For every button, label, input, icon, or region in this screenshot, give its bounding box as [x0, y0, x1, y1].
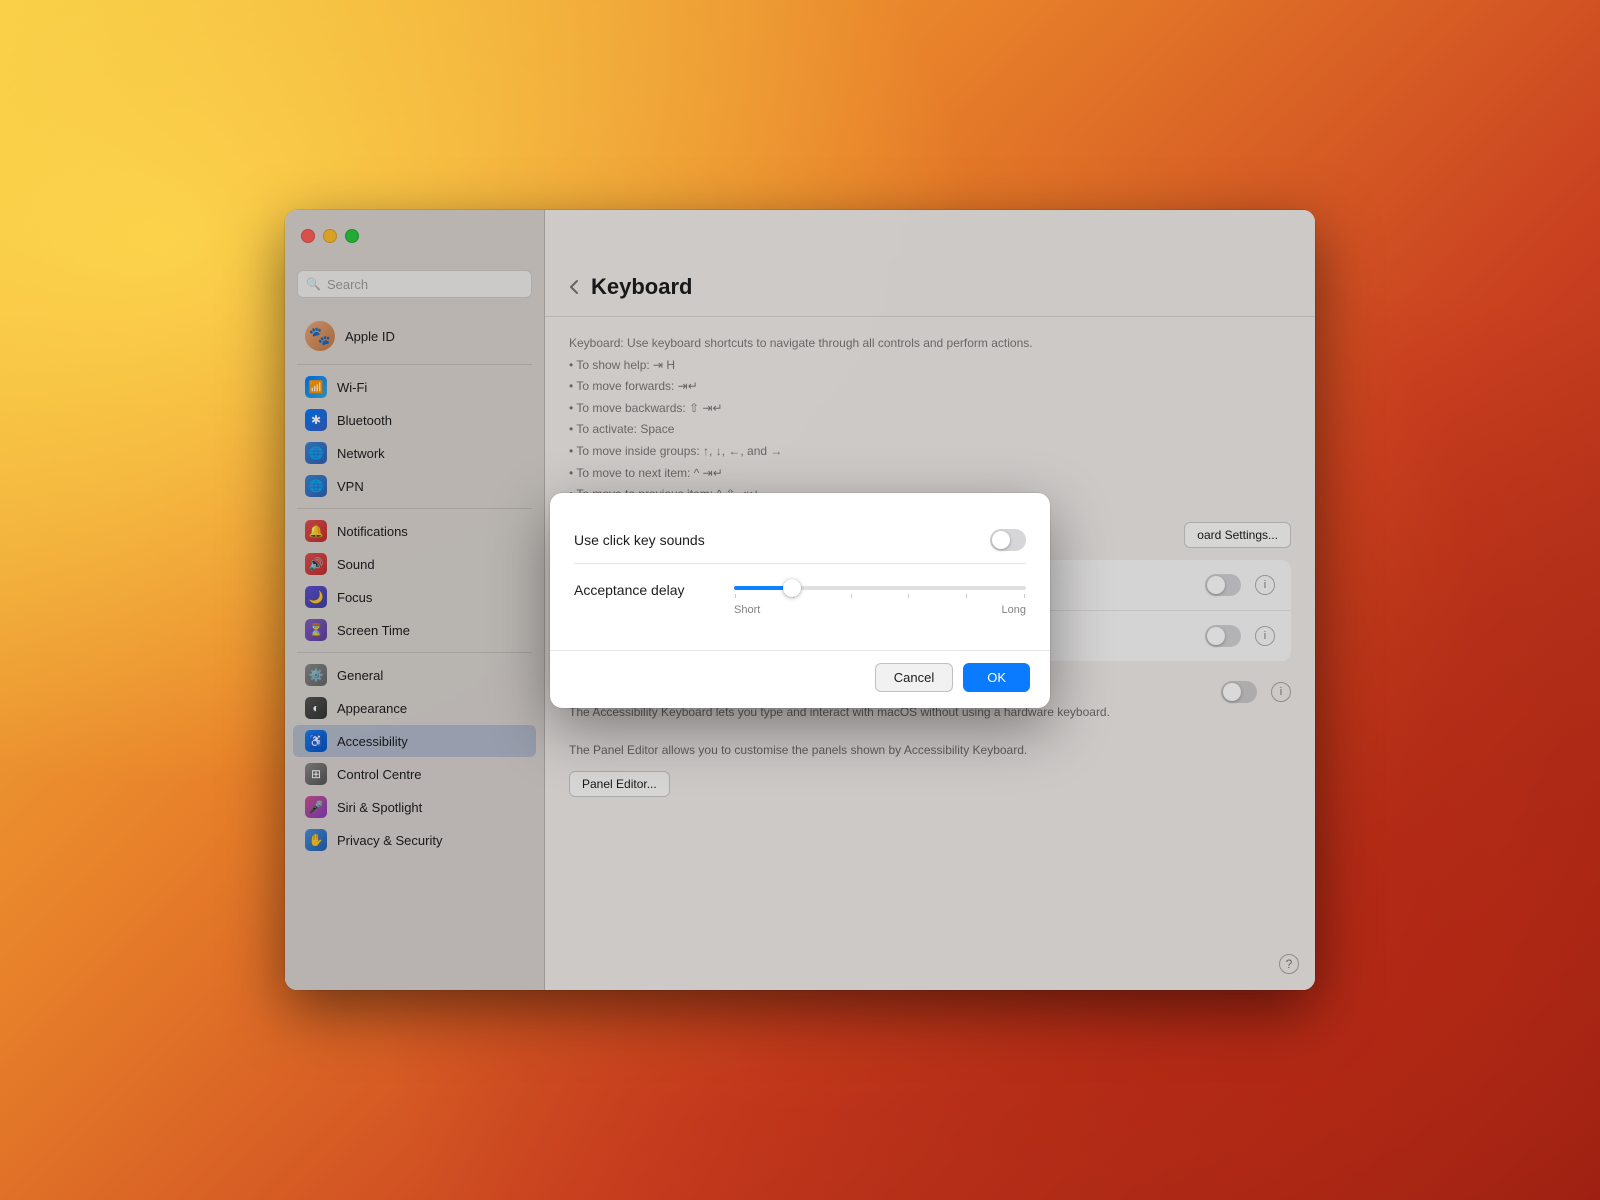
tick-6	[1024, 594, 1025, 598]
slider-thumb[interactable]	[783, 579, 801, 597]
slider-labels: Short Long	[734, 604, 1026, 616]
modal-row-delay: Acceptance delay	[574, 564, 1026, 630]
slider-long-label: Long	[1002, 604, 1026, 616]
modal-delay-label: Acceptance delay	[574, 578, 734, 598]
slider-ticks	[734, 594, 1026, 598]
modal-sounds-label: Use click key sounds	[574, 532, 705, 548]
slider-track	[734, 586, 1026, 590]
modal-body: Use click key sounds Acceptance delay	[550, 493, 1050, 650]
tick-5	[966, 594, 967, 598]
tick-1	[735, 594, 736, 598]
tick-4	[908, 594, 909, 598]
system-preferences-window: 🔍 Search 🐾 Apple ID 📶 Wi-Fi	[285, 210, 1315, 990]
slider-short-label: Short	[734, 604, 760, 616]
modal-dialog: Use click key sounds Acceptance delay	[550, 493, 1050, 708]
ok-button[interactable]: OK	[963, 663, 1030, 692]
modal-sounds-toggle[interactable]	[990, 529, 1026, 551]
slider-wrapper: Short Long	[734, 578, 1026, 616]
cancel-button[interactable]: Cancel	[875, 663, 953, 692]
modal-footer: Cancel OK	[550, 650, 1050, 708]
modal-sounds-toggle-knob	[992, 531, 1010, 549]
modal-row-sounds: Use click key sounds	[574, 517, 1026, 564]
modal-overlay: Use click key sounds Acceptance delay	[285, 210, 1315, 990]
tick-3	[851, 594, 852, 598]
